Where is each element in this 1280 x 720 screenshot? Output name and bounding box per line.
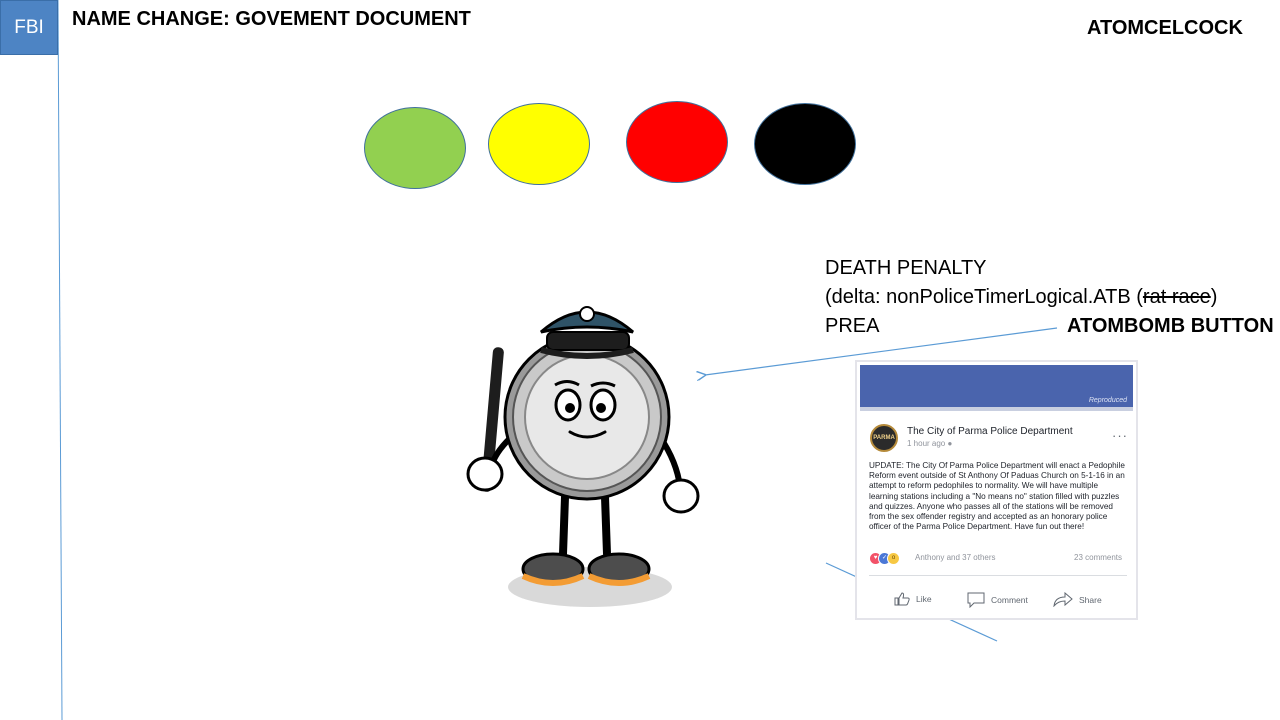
globe-icon: ● <box>947 439 953 448</box>
post-time-text: 1 hour ago <box>907 439 946 448</box>
wow-reaction-icon: o <box>887 552 900 566</box>
share-icon <box>1053 592 1073 607</box>
police-battery-mascot <box>466 306 700 607</box>
facebook-post-card: Reproduced PARMA The City of Parma Polic… <box>855 360 1138 620</box>
post-timestamp: 1 hour ago ● <box>907 439 952 448</box>
left-margin-line <box>57 0 63 720</box>
like-label: Like <box>916 594 932 604</box>
post-divider <box>869 575 1127 576</box>
reactions-count[interactable]: Anthony and 37 others <box>915 553 996 562</box>
share-button[interactable]: Share <box>1053 592 1102 607</box>
notes-struck-text: rat race <box>1142 286 1211 308</box>
thumbs-up-icon <box>894 592 910 606</box>
atombomb-button[interactable]: ATOMBOMB BUTTON <box>1067 315 1274 338</box>
avatar-text: PARMA <box>873 435 895 441</box>
page-avatar[interactable]: PARMA <box>870 424 898 452</box>
notes-line-2-suffix: ) <box>1210 286 1218 308</box>
comment-icon <box>967 592 985 608</box>
brand-label: ATOMCELCOCK <box>1087 17 1243 39</box>
post-body: UPDATE: The City Of Parma Police Departm… <box>869 461 1125 532</box>
comment-button[interactable]: Comment <box>967 592 1028 608</box>
notes-line-2: (delta: nonPoliceTimerLogical.ATB (rat r… <box>825 283 1217 312</box>
yellow-status-light[interactable] <box>488 103 590 185</box>
fbi-badge[interactable]: FBI <box>0 0 58 55</box>
reactions-icons[interactable]: ♥ ✓ o <box>869 550 900 568</box>
notes-line-2-prefix: (delta: nonPoliceTimerLogical.ATB ( <box>825 286 1143 308</box>
comment-label: Comment <box>991 595 1028 605</box>
like-button[interactable]: Like <box>894 592 932 606</box>
green-status-light[interactable] <box>364 107 466 189</box>
page-name-link[interactable]: The City of Parma Police Department <box>907 426 1073 437</box>
banner-strip <box>860 407 1133 411</box>
notes-line-1: DEATH PENALTY <box>825 257 987 279</box>
black-status-light[interactable] <box>754 103 856 185</box>
red-status-light[interactable] <box>626 101 728 183</box>
fbi-badge-label: FBI <box>14 16 44 38</box>
comments-count[interactable]: 23 comments <box>1074 553 1122 562</box>
share-label: Share <box>1079 594 1102 605</box>
banner-caption: Reproduced <box>1088 397 1127 404</box>
more-options-icon[interactable]: ··· <box>1112 428 1128 443</box>
page-title: NAME CHANGE: GOVEMENT DOCUMENT <box>72 8 471 30</box>
post-banner: Reproduced <box>860 365 1133 407</box>
